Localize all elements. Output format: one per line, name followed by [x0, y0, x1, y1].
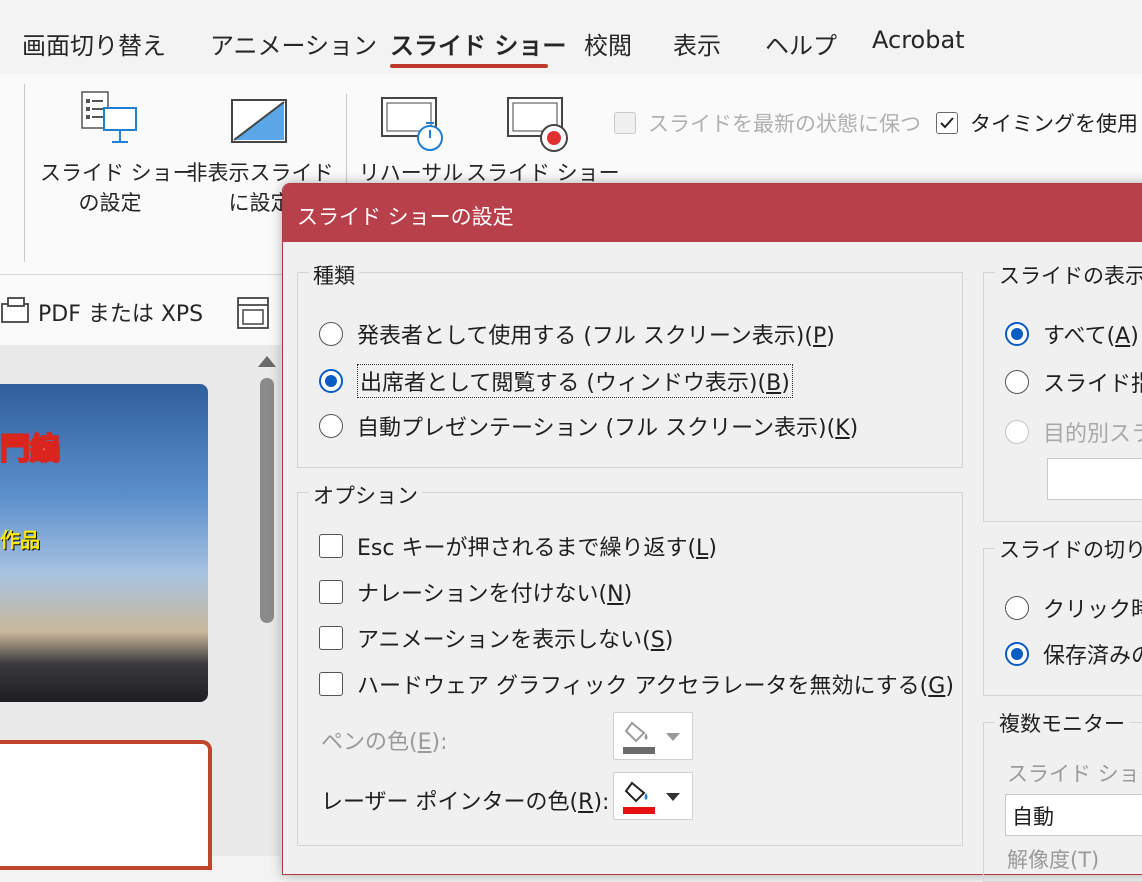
- radio-button-selected: [1005, 642, 1029, 666]
- tab-review[interactable]: 校閲: [584, 26, 632, 61]
- radio-use-timings[interactable]: 保存済みの: [1005, 638, 1142, 670]
- use-timings-radio-label: 保存済みの: [1043, 644, 1142, 669]
- loop-label: Esc キーが押されるまで繰り返す(L): [357, 536, 717, 561]
- keep-updated-checkbox[interactable]: スライドを最新の状態に保つ: [614, 108, 921, 138]
- hide-slide-icon: [231, 99, 287, 143]
- rehearse-timings-button[interactable]: リハーサル: [356, 88, 466, 188]
- no-narration-checkbox[interactable]: ナレーションを付けない(N): [319, 576, 632, 608]
- custom-show-dropdown[interactable]: [1047, 458, 1142, 500]
- monitor-label: スライド ショーの: [1007, 762, 1142, 786]
- type-group-label: 種類: [309, 260, 359, 290]
- loop-checkbox[interactable]: Esc キーが押されるまで繰り返す(L): [319, 530, 717, 562]
- radio-button: [319, 414, 343, 438]
- checkbox-box: [319, 534, 343, 558]
- use-timings-checkbox[interactable]: タイミングを使用: [936, 108, 1138, 138]
- radio-all-slides[interactable]: すべて(A): [1005, 318, 1139, 350]
- no-animation-label: アニメーションを表示しない(S): [357, 628, 674, 653]
- setup-slideshow-label-1: スライド ショー: [40, 161, 194, 185]
- from-slides-label: スライド指定: [1043, 372, 1142, 397]
- tab-acrobat[interactable]: Acrobat: [872, 26, 965, 54]
- checkmark-icon: [940, 117, 954, 129]
- laser-color-picker[interactable]: [613, 772, 693, 820]
- radio-browsed-individual[interactable]: 出席者として閲覧する (ウィンドウ表示)(B): [319, 364, 793, 398]
- thumbnail-scrollbar[interactable]: [260, 378, 274, 623]
- radio-button: [1005, 420, 1029, 444]
- radio-manually[interactable]: クリック時(: [1005, 592, 1142, 624]
- dialog-title: スライド ショーの設定: [297, 205, 514, 229]
- pen-color-label: ペンの色(E):: [321, 730, 448, 755]
- tab-slideshow[interactable]: スライド ショー: [390, 26, 566, 61]
- pen-color-swatch: [623, 747, 655, 754]
- radio-custom-show[interactable]: 目的別スラ: [1005, 416, 1142, 448]
- custom-show-label: 目的別スラ: [1043, 422, 1142, 447]
- options-group-label: オプション: [309, 480, 422, 510]
- pen-color-picker[interactable]: [613, 712, 693, 760]
- record-icon: [507, 97, 568, 152]
- monitor-select[interactable]: 自動: [1005, 794, 1142, 836]
- slideshow-setup-icon: [81, 91, 137, 143]
- thumbnail-subtitle-text: 作品: [0, 528, 40, 552]
- ribbon-separator: [346, 94, 347, 184]
- record-slideshow-button[interactable]: スライド ショー: [466, 88, 620, 188]
- tab-animations[interactable]: アニメーション: [210, 26, 377, 61]
- setup-slideshow-label-2: の設定: [78, 191, 142, 215]
- ribbon-tab-bar: 画面切り替え アニメーション スライド ショー 校閲 表示 ヘルプ Acroba…: [0, 0, 1142, 74]
- setup-slideshow-dialog: スライド ショーの設定 種類 発表者として使用する (フル スクリーン表示)(P…: [282, 183, 1142, 882]
- show-slides-group-label: スライドの表示: [995, 260, 1142, 290]
- use-timings-label: タイミングを使用: [970, 112, 1138, 136]
- radio-kiosk-label: 自動プレゼンテーション (フル スクリーン表示)(K): [357, 416, 859, 441]
- slide-thumbnail-1[interactable]: 門編 作品: [0, 384, 208, 702]
- dialog-titlebar[interactable]: スライド ショーの設定: [283, 184, 1142, 242]
- manually-label: クリック時(: [1043, 598, 1142, 623]
- chevron-down-icon: [666, 733, 680, 741]
- radio-button-selected: [319, 369, 343, 393]
- all-slides-label: すべて(A): [1043, 324, 1139, 349]
- slide-thumbnail-2[interactable]: [0, 740, 212, 870]
- tab-help[interactable]: ヘルプ: [765, 26, 837, 61]
- export-pdf-icon: [1, 297, 29, 323]
- radio-button: [1005, 370, 1029, 394]
- checkbox-box: [319, 580, 343, 604]
- export-pdf-xps-button[interactable]: PDF または XPS: [38, 296, 203, 328]
- tab-transitions[interactable]: 画面切り替え: [22, 26, 166, 61]
- scroll-up-arrow-icon[interactable]: [258, 356, 276, 367]
- checkbox-box: [319, 672, 343, 696]
- ribbon-separator: [24, 84, 25, 262]
- active-tab-indicator: [390, 64, 548, 68]
- radio-presenter[interactable]: 発表者として使用する (フル スクリーン表示)(P): [319, 318, 835, 350]
- paint-bucket-icon: [624, 721, 648, 743]
- disable-hw-accel-checkbox[interactable]: ハードウェア グラフィック アクセラレータを無効にする(G): [319, 668, 954, 700]
- checkbox-box: [319, 626, 343, 650]
- stopwatch-icon: [381, 97, 443, 151]
- thumbnail-title-text: 門編: [0, 431, 61, 468]
- paint-bucket-icon: [624, 781, 648, 803]
- tab-view[interactable]: 表示: [673, 26, 721, 61]
- chevron-down-icon: [666, 793, 680, 801]
- no-animation-checkbox[interactable]: アニメーションを表示しない(S): [319, 622, 673, 654]
- radio-from-slides[interactable]: スライド指定: [1005, 366, 1142, 398]
- no-narration-label: ナレーションを付けない(N): [357, 582, 633, 607]
- keep-updated-label: スライドを最新の状態に保つ: [648, 112, 921, 136]
- checkbox-box: [936, 112, 958, 134]
- resolution-label: 解像度(T): [1007, 848, 1100, 872]
- radio-button: [319, 322, 343, 346]
- monitor-select-value: 自動: [1012, 805, 1054, 829]
- radio-browsed-label: 出席者として閲覧する (ウィンドウ表示)(B): [357, 364, 793, 398]
- advance-slides-group-label: スライドの切り替: [995, 534, 1142, 564]
- setup-slideshow-button[interactable]: スライド ショー の設定: [40, 88, 194, 238]
- disable-hw-label: ハードウェア グラフィック アクセラレータを無効にする(G): [357, 674, 954, 699]
- checkbox-box: [614, 112, 636, 134]
- laser-color-label: レーザー ポインターの色(R):: [321, 790, 610, 815]
- layout-icon: [237, 297, 269, 329]
- radio-button-selected: [1005, 322, 1029, 346]
- radio-kiosk[interactable]: 自動プレゼンテーション (フル スクリーン表示)(K): [319, 410, 858, 442]
- monitors-group-label: 複数モニター: [995, 708, 1129, 738]
- radio-button: [1005, 596, 1029, 620]
- laser-color-swatch: [623, 807, 655, 814]
- radio-presenter-label: 発表者として使用する (フル スクリーン表示)(P): [357, 324, 835, 349]
